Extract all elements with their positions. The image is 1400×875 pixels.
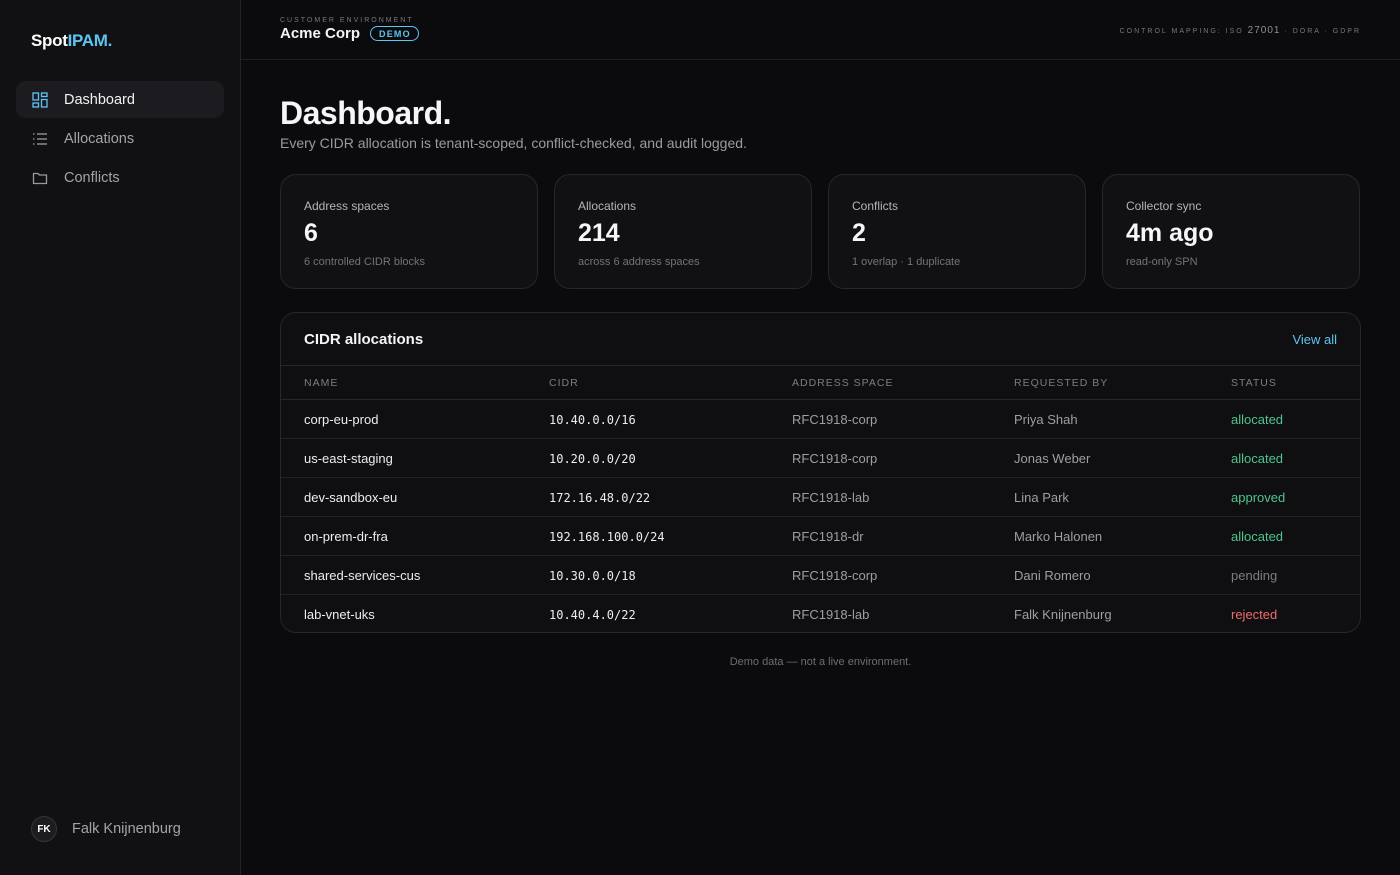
brand-accent: IPAM. <box>67 31 113 50</box>
dashboard-grid-icon <box>32 91 48 108</box>
table-row[interactable]: shared-services-cus 10.30.0.0/18 RFC1918… <box>281 556 1360 595</box>
cell-status: approved <box>1231 490 1286 505</box>
environment-label: CUSTOMER ENVIRONMENT <box>280 17 414 24</box>
stat-label: Address spaces <box>304 199 390 213</box>
control-mapping-suffix: · DORA · GDPR <box>1284 28 1361 35</box>
stat-label: Collector sync <box>1126 199 1202 213</box>
cell-name: corp-eu-prod <box>304 412 379 427</box>
stat-hint: 6 controlled CIDR blocks <box>304 256 426 268</box>
stat-hint: across 6 address spaces <box>578 256 700 268</box>
stat-card-address-spaces: Address spaces 6 6 controlled CIDR block… <box>280 174 538 289</box>
cell-requested-by: Jonas Weber <box>1014 451 1091 466</box>
footer-note: Demo data — not a live environment. <box>729 656 912 668</box>
table-body: corp-eu-prod 10.40.0.0/16 RFC1918-corp P… <box>281 400 1360 632</box>
cell-cidr: 10.30.0.0/18 <box>549 569 636 583</box>
control-mapping: CONTROL MAPPING: ISO 27001 · DORA · GDPR <box>1120 25 1361 36</box>
control-mapping-prefix: CONTROL MAPPING: ISO <box>1119 28 1244 35</box>
avatar: FK <box>31 816 57 842</box>
page-subtitle: Every CIDR allocation is tenant-scoped, … <box>280 135 747 151</box>
cell-requested-by: Lina Park <box>1014 490 1069 505</box>
stat-value: 6 <box>304 219 318 247</box>
card-title: CIDR allocations <box>304 331 424 348</box>
page-title: Dashboard. <box>280 95 452 131</box>
cell-address-space: RFC1918-corp <box>792 568 878 583</box>
environment-row: Acme Corp DEMO <box>280 25 419 42</box>
cell-status: pending <box>1231 568 1278 583</box>
stat-label: Conflicts <box>852 199 899 213</box>
cell-cidr: 172.16.48.0/22 <box>549 491 651 505</box>
table-row[interactable]: lab-vnet-uks 10.40.4.0/22 RFC1918-lab Fa… <box>281 595 1360 632</box>
app-root: SpotIPAM. Dashboard Allocations Conflict… <box>0 0 1400 875</box>
column-header-cidr[interactable]: CIDR <box>549 377 579 389</box>
sidebar-item-label: Dashboard <box>64 91 135 108</box>
cell-requested-by: Priya Shah <box>1014 412 1078 427</box>
user-profile[interactable]: FK Falk Knijnenburg <box>31 816 181 842</box>
cell-status: allocated <box>1231 412 1284 427</box>
card-header: CIDR allocations View all <box>281 313 1360 366</box>
cell-cidr: 10.40.4.0/22 <box>549 608 636 622</box>
list-icon <box>33 132 47 145</box>
brand-logo[interactable]: SpotIPAM. <box>31 31 112 51</box>
cidr-allocations-card: CIDR allocations View all NAME CIDR ADDR… <box>280 312 1361 633</box>
cell-address-space: RFC1918-corp <box>792 451 878 466</box>
cell-name: on-prem-dr-fra <box>304 529 388 544</box>
stat-label: Allocations <box>578 199 637 213</box>
view-all-link[interactable]: View all <box>1292 332 1337 347</box>
cell-address-space: RFC1918-dr <box>792 529 864 544</box>
column-header-status[interactable]: STATUS <box>1231 377 1277 389</box>
cell-address-space: RFC1918-lab <box>792 490 870 505</box>
stat-hint: read-only SPN <box>1126 256 1198 268</box>
control-mapping-iso-number: 27001 <box>1247 25 1281 36</box>
cell-status: rejected <box>1231 607 1278 622</box>
folder-icon <box>32 172 48 184</box>
stat-card-collector-sync: Collector sync 4m ago read-only SPN <box>1102 174 1360 289</box>
cell-cidr: 10.20.0.0/20 <box>549 452 636 466</box>
table-row[interactable]: us-east-staging 10.20.0.0/20 RFC1918-cor… <box>281 439 1360 478</box>
cell-address-space: RFC1918-corp <box>792 412 878 427</box>
cell-name: shared-services-cus <box>304 568 421 583</box>
column-header-requested-by[interactable]: REQUESTED BY <box>1014 377 1108 389</box>
stat-card-allocations: Allocations 214 across 6 address spaces <box>554 174 812 289</box>
column-header-address-space[interactable]: ADDRESS SPACE <box>792 377 894 389</box>
cell-name: us-east-staging <box>304 451 393 466</box>
stat-hint: 1 overlap · 1 duplicate <box>852 256 961 268</box>
cell-address-space: RFC1918-lab <box>792 607 870 622</box>
sidebar-item-label: Conflicts <box>64 169 120 186</box>
cell-requested-by: Dani Romero <box>1014 568 1091 583</box>
cell-cidr: 10.40.0.0/16 <box>549 413 636 427</box>
main-content: CUSTOMER ENVIRONMENT Acme Corp DEMO CONT… <box>241 0 1400 875</box>
table-header-row: NAME CIDR ADDRESS SPACE REQUESTED BY STA… <box>281 366 1360 400</box>
sidebar-nav: Dashboard Allocations Conflicts <box>16 81 224 198</box>
table-row[interactable]: on-prem-dr-fra 192.168.100.0/24 RFC1918-… <box>281 517 1360 556</box>
stat-value: 2 <box>852 219 866 247</box>
sidebar-item-allocations[interactable]: Allocations <box>16 120 224 157</box>
environment-name: Acme Corp <box>280 25 361 42</box>
brand-name: Spot <box>31 31 68 50</box>
sidebar-item-dashboard[interactable]: Dashboard <box>16 81 224 118</box>
sidebar-item-label: Allocations <box>64 130 135 147</box>
stats-row: Address spaces 6 6 controlled CIDR block… <box>280 174 1360 289</box>
cell-name: lab-vnet-uks <box>304 607 375 622</box>
demo-badge: DEMO <box>370 26 419 41</box>
table-row[interactable]: corp-eu-prod 10.40.0.0/16 RFC1918-corp P… <box>281 400 1360 439</box>
cell-requested-by: Falk Knijnenburg <box>1014 607 1112 622</box>
stat-value: 4m ago <box>1126 219 1214 247</box>
sidebar-item-conflicts[interactable]: Conflicts <box>16 159 224 196</box>
cell-status: allocated <box>1231 529 1284 544</box>
table-row[interactable]: dev-sandbox-eu 172.16.48.0/22 RFC1918-la… <box>281 478 1360 517</box>
cell-cidr: 192.168.100.0/24 <box>549 530 665 544</box>
sidebar: SpotIPAM. Dashboard Allocations Conflict… <box>0 0 241 875</box>
cell-name: dev-sandbox-eu <box>304 490 398 505</box>
topbar: CUSTOMER ENVIRONMENT Acme Corp DEMO CONT… <box>241 0 1400 60</box>
stat-value: 214 <box>578 219 620 247</box>
stat-card-conflicts: Conflicts 2 1 overlap · 1 duplicate <box>828 174 1086 289</box>
cell-requested-by: Marko Halonen <box>1014 529 1103 544</box>
user-name: Falk Knijnenburg <box>72 821 181 837</box>
cell-status: allocated <box>1231 451 1284 466</box>
column-header-name[interactable]: NAME <box>304 377 338 389</box>
